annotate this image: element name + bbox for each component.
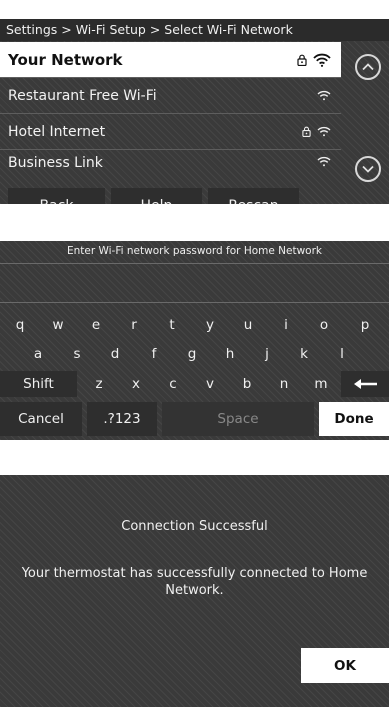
connection-result-screen: Connection Successful Your thermostat ha…	[0, 475, 389, 707]
key-q[interactable]: q	[5, 312, 35, 338]
key-k[interactable]: k	[289, 341, 319, 367]
key-z[interactable]: z	[84, 371, 114, 397]
network-item-your-network[interactable]: Your Network	[0, 42, 341, 78]
help-button[interactable]: Help	[111, 188, 202, 204]
done-button[interactable]: Done	[319, 402, 389, 436]
key-e[interactable]: e	[81, 312, 111, 338]
key-g[interactable]: g	[177, 341, 207, 367]
key-d[interactable]: d	[100, 341, 130, 367]
key-u[interactable]: u	[233, 312, 263, 338]
chevron-up-icon	[362, 63, 374, 71]
key-v[interactable]: v	[195, 371, 225, 397]
wifi-strong-icon	[313, 53, 331, 67]
key-f[interactable]: f	[139, 341, 169, 367]
key-h[interactable]: h	[215, 341, 245, 367]
symbols-key[interactable]: .?123	[87, 402, 157, 436]
shift-key[interactable]: Shift	[0, 371, 77, 397]
key-n[interactable]: n	[269, 371, 299, 397]
wifi-select-screen: Settings > Wi-Fi Setup > Select Wi-Fi Ne…	[0, 19, 389, 204]
key-a[interactable]: a	[23, 341, 53, 367]
key-o[interactable]: o	[309, 312, 339, 338]
wifi-icon	[317, 156, 331, 167]
breadcrumb: Settings > Wi-Fi Setup > Select Wi-Fi Ne…	[0, 19, 389, 41]
key-c[interactable]: c	[158, 371, 188, 397]
key-b[interactable]: b	[232, 371, 262, 397]
wifi-icon	[317, 90, 331, 101]
wifi-select-button-bar: Back Help Rescan	[0, 188, 389, 204]
network-item-business-link[interactable]: Business Link	[0, 150, 341, 172]
lock-icon	[297, 54, 307, 66]
network-item-hotel-internet[interactable]: Hotel Internet	[0, 114, 341, 150]
key-y[interactable]: y	[195, 312, 225, 338]
key-x[interactable]: x	[121, 371, 151, 397]
key-p[interactable]: p	[347, 312, 383, 338]
wifi-icon	[317, 126, 331, 137]
backspace-key[interactable]	[341, 371, 389, 397]
back-button[interactable]: Back	[8, 188, 105, 204]
lock-icon	[302, 126, 311, 137]
key-l[interactable]: l	[327, 341, 357, 367]
rescan-button[interactable]: Rescan	[208, 188, 299, 204]
key-r[interactable]: r	[119, 312, 149, 338]
password-input[interactable]	[0, 263, 389, 303]
key-m[interactable]: m	[306, 371, 336, 397]
key-j[interactable]: j	[252, 341, 282, 367]
network-name: Restaurant Free Wi-Fi	[8, 87, 157, 104]
network-name: Business Link	[8, 155, 103, 171]
backspace-arrow-icon	[354, 379, 377, 389]
scroll-down-button[interactable]	[355, 156, 381, 182]
ok-button[interactable]: OK	[301, 648, 389, 683]
key-s[interactable]: s	[62, 341, 92, 367]
connection-message: Your thermostat has successfully connect…	[21, 566, 368, 598]
connection-title: Connection Successful	[121, 519, 268, 534]
password-prompt: Enter Wi-Fi network password for Home Ne…	[66, 245, 323, 257]
network-name: Your Network	[8, 50, 123, 69]
network-name: Hotel Internet	[8, 123, 106, 140]
space-key[interactable]: Space	[162, 402, 314, 436]
password-entry-screen: Enter Wi-Fi network password for Home Ne…	[0, 241, 389, 440]
key-w[interactable]: w	[43, 312, 73, 338]
network-item-restaurant-free-wifi[interactable]: Restaurant Free Wi-Fi	[0, 78, 341, 114]
key-i[interactable]: i	[271, 312, 301, 338]
key-t[interactable]: t	[157, 312, 187, 338]
scroll-up-button[interactable]	[355, 54, 381, 80]
cancel-key[interactable]: Cancel	[0, 402, 82, 436]
chevron-down-icon	[362, 165, 374, 173]
network-list: Your Network Restaurant Free Wi-Fi Hotel…	[0, 42, 341, 172]
